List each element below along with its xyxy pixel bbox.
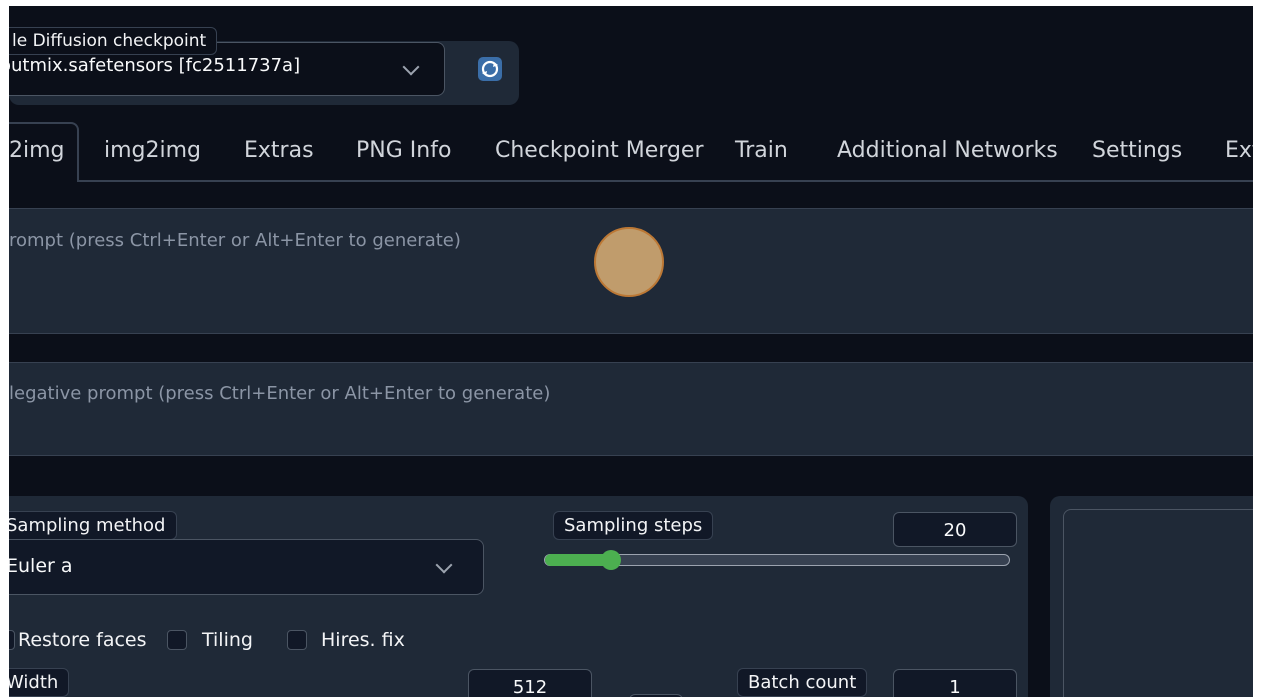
checkpoint-value: outmix.safetensors [fc2511737a]	[9, 55, 301, 76]
tab-checkpoint-merger[interactable]: Checkpoint Merger	[495, 138, 704, 163]
restore-faces-label: Restore faces	[18, 629, 147, 651]
negative-prompt-textarea[interactable]: legative prompt (press Ctrl+Enter or Alt…	[9, 362, 1253, 456]
app-window: le Diffusion checkpoint outmix.safetenso…	[9, 6, 1253, 697]
width-label: Width	[9, 668, 70, 697]
sampling-steps-label: Sampling steps	[553, 511, 714, 540]
tab-png-info[interactable]: PNG Info	[356, 138, 451, 163]
negative-prompt-placeholder: legative prompt (press Ctrl+Enter or Alt…	[9, 383, 551, 404]
refresh-button[interactable]	[477, 56, 503, 82]
width-input[interactable]: 512	[468, 669, 592, 697]
tab-txt2img[interactable]: 2img	[9, 138, 65, 163]
tab-img2img[interactable]: img2img	[104, 138, 201, 163]
tiling-label: Tiling	[202, 629, 253, 651]
sampling-steps-slider-handle[interactable]	[601, 550, 621, 570]
tiling-checkbox[interactable]	[167, 630, 187, 650]
tab-additional-networks[interactable]: Additional Networks	[837, 138, 1058, 163]
sampling-method-value: Euler a	[9, 555, 73, 577]
chevron-down-icon	[402, 58, 420, 76]
restore-faces-checkbox[interactable]	[9, 630, 15, 650]
chevron-down-icon	[435, 556, 453, 574]
checkpoint-label: le Diffusion checkpoint	[9, 27, 218, 55]
tab-extensions[interactable]: Ext	[1225, 138, 1253, 163]
sampling-method-label: Sampling method	[9, 511, 177, 540]
hires-fix-label: Hires. fix	[321, 629, 405, 651]
refresh-icon	[478, 57, 502, 81]
cursor-indicator	[594, 227, 664, 297]
tab-settings[interactable]: Settings	[1092, 138, 1182, 163]
batch-count-label: Batch count	[737, 668, 868, 697]
tab-train[interactable]: Train	[735, 138, 788, 163]
tab-extras[interactable]: Extras	[244, 138, 314, 163]
sampling-steps-slider[interactable]	[544, 550, 1010, 570]
hires-fix-checkbox[interactable]	[287, 630, 307, 650]
output-gallery[interactable]	[1063, 509, 1253, 697]
tab-bar: 2img img2img Extras PNG Info Checkpoint …	[9, 122, 1253, 182]
prompt-placeholder: rompt (press Ctrl+Enter or Alt+Enter to …	[9, 230, 461, 251]
sampling-steps-input[interactable]: 20	[893, 512, 1017, 547]
batch-count-input[interactable]: 1	[893, 669, 1017, 697]
sampling-method-dropdown[interactable]: Euler a	[9, 539, 484, 595]
